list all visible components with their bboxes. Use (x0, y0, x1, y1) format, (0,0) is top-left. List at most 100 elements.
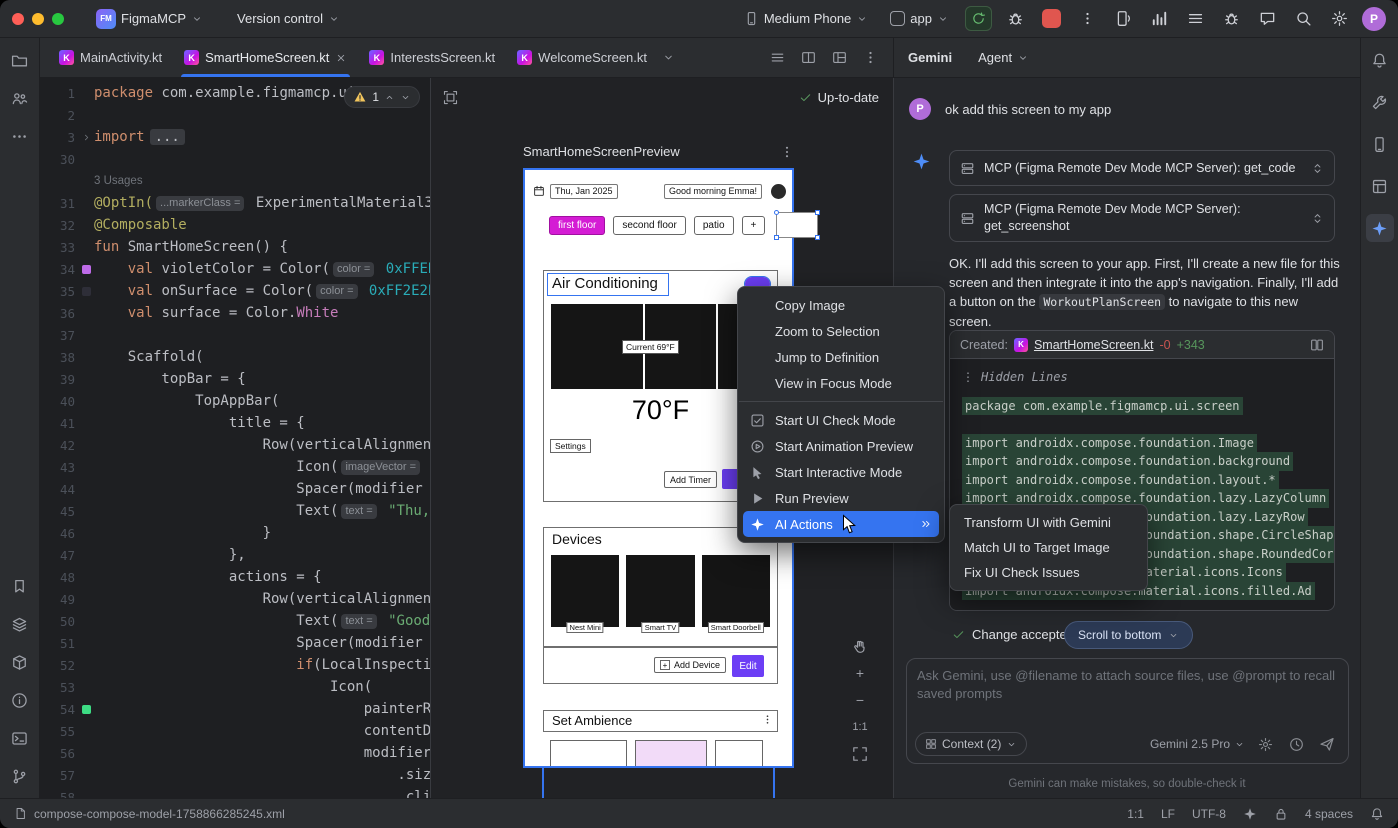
gemini-input[interactable] (917, 667, 1338, 725)
add-timer-button[interactable]: Add Timer (664, 471, 717, 488)
rerun-app-button[interactable] (965, 6, 992, 31)
pan-tool-icon[interactable] (849, 636, 871, 656)
open-file-list-icon[interactable] (765, 45, 790, 70)
context-chip[interactable]: Context (2) (915, 732, 1027, 756)
model-selector[interactable]: Gemini 2.5 Pro (1150, 737, 1245, 751)
profiler-icon[interactable] (1146, 6, 1172, 32)
preview-more-icon[interactable] (780, 145, 794, 159)
prev-problem-icon[interactable] (384, 92, 395, 103)
floor-tab-second-floor[interactable]: second floor (613, 216, 685, 235)
tab-agent[interactable]: Agent (978, 50, 1029, 65)
more-tool-windows-icon[interactable] (6, 122, 34, 150)
tab-gemini[interactable]: Gemini (908, 50, 952, 65)
build-icon[interactable] (6, 648, 34, 676)
gemini-sparkle-icon[interactable] (1366, 214, 1394, 242)
devices-card[interactable]: Devices Nest MiniSmart TVSmart Doorbell (543, 527, 778, 647)
menu-item-zoom-to-selection[interactable]: Zoom to Selection (743, 318, 939, 344)
profile-avatar[interactable]: P (1362, 7, 1386, 31)
run-configuration-selector[interactable]: app (884, 6, 955, 32)
layout-inspector-icon[interactable] (1366, 172, 1394, 200)
submenu-item-fix-ui-check-issues[interactable]: Fix UI Check Issues (955, 560, 1142, 585)
ambience-card[interactable] (715, 740, 763, 768)
expand-icon[interactable] (1311, 162, 1324, 175)
ambience-card[interactable] (550, 740, 627, 768)
send-icon[interactable] (1316, 733, 1338, 755)
bookmarks-icon[interactable] (6, 572, 34, 600)
history-icon[interactable] (1285, 733, 1307, 755)
expand-icon[interactable] (1311, 212, 1324, 225)
ai-chat-icon[interactable] (1254, 6, 1280, 32)
statusbar-file[interactable]: compose-compose-model-1758866285245.xml (14, 807, 285, 821)
code-editor[interactable]: 1package com.example.figmamcp.ui.screen2… (40, 78, 430, 798)
tab-interestsscreen-kt[interactable]: KInterestsScreen.kt (358, 38, 506, 77)
editor-more-icon[interactable] (858, 45, 883, 70)
line-ending[interactable]: LF (1161, 807, 1175, 821)
bug-report-icon[interactable] (1218, 6, 1244, 32)
tool-call-get-screenshot[interactable]: MCP (Figma Remote Dev Mode MCP Server): … (949, 194, 1335, 242)
menu-item-start-ui-check-mode[interactable]: Start UI Check Mode (743, 407, 939, 433)
selection-handles-box[interactable] (776, 212, 818, 238)
encoding[interactable]: UTF-8 (1192, 807, 1226, 821)
search-icon[interactable] (1290, 6, 1316, 32)
menu-item-jump-to-definition[interactable]: Jump to Definition (743, 344, 939, 370)
device-stream-icon[interactable] (1110, 6, 1136, 32)
close-window-button[interactable] (12, 13, 24, 25)
menu-item-view-in-focus-mode[interactable]: View in Focus Mode (743, 370, 939, 396)
next-problem-icon[interactable] (400, 92, 411, 103)
zoom-fit-icon[interactable] (849, 744, 871, 764)
menu-item-run-preview[interactable]: Run Preview (743, 485, 939, 511)
device-card[interactable]: Nest Mini (551, 555, 619, 627)
tab-smarthomescreen-kt[interactable]: KSmartHomeScreen.kt (173, 38, 358, 77)
menu-item-ai-actions[interactable]: AI Actions (743, 511, 939, 537)
problems-icon[interactable] (6, 686, 34, 714)
close-tab-icon[interactable] (335, 52, 347, 64)
readonly-lock-icon[interactable] (1274, 807, 1288, 821)
caret-position[interactable]: 1:1 (1127, 807, 1144, 821)
open-diff-icon[interactable] (1310, 338, 1324, 352)
main-menu-icon[interactable] (1182, 6, 1208, 32)
project-icon[interactable] (6, 46, 34, 74)
statusbar-notifications-icon[interactable] (1370, 807, 1384, 821)
zoom-in-button[interactable]: + (849, 663, 871, 683)
floor-tab-patio[interactable]: patio (694, 216, 734, 235)
maximize-window-button[interactable] (52, 13, 64, 25)
settings-icon[interactable] (1326, 6, 1352, 32)
device-manager-icon[interactable] (1366, 130, 1394, 158)
submenu-item-match-ui-to-target-image[interactable]: Match UI to Target Image (955, 535, 1142, 560)
minimize-window-button[interactable] (32, 13, 44, 25)
ambience-header-card[interactable]: Set Ambience (543, 710, 778, 732)
floor-tab-first-floor[interactable]: first floor (549, 216, 605, 235)
inspections-widget[interactable]: 1 (344, 86, 420, 108)
device-selector[interactable]: Medium Phone (738, 6, 874, 32)
gemini-settings-icon[interactable] (1254, 733, 1276, 755)
indent-setting[interactable]: 4 spaces (1305, 807, 1353, 821)
artboard-icon[interactable] (443, 90, 458, 105)
menu-item-copy-image[interactable]: Copy Image (743, 292, 939, 318)
tab-mainactivity-kt[interactable]: KMainActivity.kt (48, 38, 173, 77)
ai-status-icon[interactable] (1243, 807, 1257, 821)
notifications-icon[interactable] (1366, 46, 1394, 74)
tab-welcomescreen-kt[interactable]: KWelcomeScreen.kt (506, 38, 658, 77)
floor-tab-[interactable]: + (742, 216, 766, 235)
version-control-icon[interactable] (6, 762, 34, 790)
stop-app-button[interactable] (1038, 6, 1064, 31)
split-editor-icon[interactable] (796, 45, 821, 70)
project-menu[interactable]: FM FigmaMCP (90, 6, 209, 32)
menu-item-start-animation-preview[interactable]: Start Animation Preview (743, 433, 939, 459)
ambience-card[interactable] (635, 740, 707, 768)
ambience-more-icon[interactable] (762, 714, 773, 725)
device-card[interactable]: Smart Doorbell (702, 555, 770, 627)
terminal-icon[interactable] (6, 724, 34, 752)
zoom-out-button[interactable]: − (849, 690, 871, 710)
titlebar-more-icon[interactable] (1074, 6, 1100, 32)
zoom-level-label[interactable]: 1:1 (849, 717, 871, 737)
editor-layout-icon[interactable] (827, 45, 852, 70)
created-file-link[interactable]: SmartHomeScreen.kt (1034, 338, 1153, 352)
menu-item-start-interactive-mode[interactable]: Start Interactive Mode (743, 459, 939, 485)
vcs-widget[interactable]: Version control (231, 6, 346, 32)
submenu-item-transform-ui-with-gemini[interactable]: Transform UI with Gemini (955, 510, 1142, 535)
scroll-to-bottom-button[interactable]: Scroll to bottom (1064, 621, 1193, 649)
tool-call-get-code[interactable]: MCP (Figma Remote Dev Mode MCP Server): … (949, 150, 1335, 186)
add-device-button[interactable]: +Add Device (654, 657, 726, 673)
device-card[interactable]: Smart TV (626, 555, 694, 627)
